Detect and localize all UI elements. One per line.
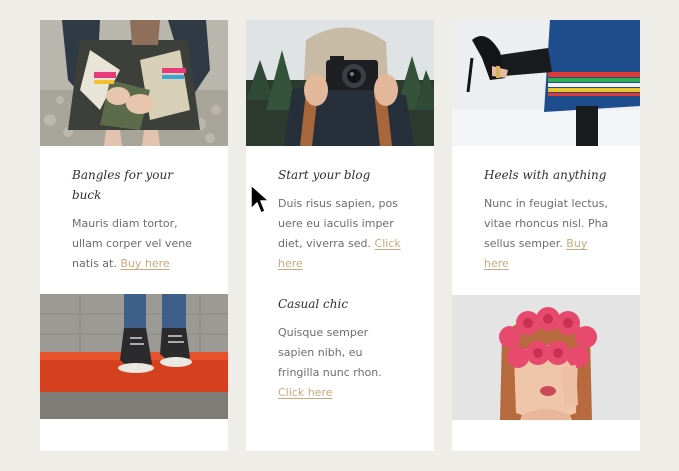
camera-photo[interactable] [246,20,434,146]
card-title-heels: Heels with anything [484,165,606,185]
card-body-blog: Duis risus sapien, pos uere eu iaculis i… [278,194,428,274]
click-here-link[interactable]: Click here [278,386,333,399]
buy-here-link[interactable]: Buy here [120,257,169,270]
card-body-line: Mauris diam tortor, [72,217,178,230]
card-title-line: buck [72,188,102,202]
card-body-line: Quisque semper [278,326,369,339]
card-body-line: Duis risus sapien, pos [278,197,398,210]
card-column-1: Bangles for your buck Mauris diam tortor… [40,20,228,451]
card-body-line: sapien nibh, eu [278,346,363,359]
click-here-link[interactable]: Click [375,237,401,250]
click-here-link-continued[interactable]: here [278,257,303,270]
card-title-line: Bangles for your [72,168,173,182]
card-title-line: Casual chic [278,297,349,311]
card-body-line: natis at. [72,257,117,270]
card-column-2: Start your blog Duis risus sapien, pos u… [246,20,434,451]
sneakers-photo[interactable] [40,294,228,419]
card-title-casual: Casual chic [278,294,348,314]
card-body-line: ullam corper vel vene [72,237,192,250]
card-body-line: uere eu iaculis imper [278,217,394,230]
card-title-line: Heels with anything [484,168,607,182]
card-title-blog: Start your blog [278,165,370,185]
mouse-pointer-icon [250,184,270,216]
card-body-bangles: Mauris diam tortor, ullam corper vel ven… [72,214,222,274]
card-title-bangles: Bangles for your buck [72,165,173,205]
bangles-photo[interactable] [40,20,228,146]
heels-photo[interactable] [452,20,640,146]
card-body-line: diet, viverra sed. [278,237,372,250]
card-body-line: sellus semper. [484,237,563,250]
buy-here-link-continued[interactable]: here [484,257,509,270]
card-body-heels: Nunc in feugiat lectus, vitae rhoncus ni… [484,194,636,274]
flower-crown-photo[interactable] [452,295,640,420]
card-title-line: Start your blog [278,168,371,182]
card-body-line: vitae rhoncus nisl. Pha [484,217,609,230]
card-body-line: Nunc in feugiat lectus, [484,197,608,210]
card-column-3: Heels with anything Nunc in feugiat lect… [452,20,640,451]
card-body-line: fringilla nunc rhon. [278,366,382,379]
buy-here-link[interactable]: Buy [566,237,587,250]
card-body-casual: Quisque semper sapien nibh, eu fringilla… [278,323,428,403]
